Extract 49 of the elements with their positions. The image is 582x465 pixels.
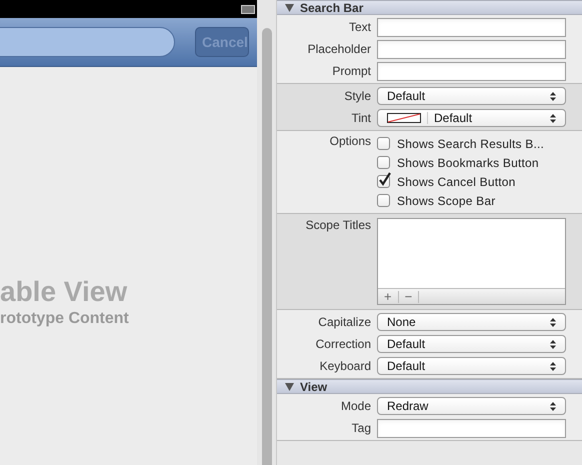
field-label: Tag <box>350 421 372 435</box>
field-label: Text <box>348 20 372 34</box>
section-header[interactable]: View <box>277 379 582 394</box>
field-label: Mode <box>340 399 372 413</box>
disclosure-triangle-icon <box>285 382 294 390</box>
text-field[interactable] <box>377 18 566 36</box>
popup-button[interactable]: Default <box>377 357 566 375</box>
popup-button[interactable]: Redraw <box>377 397 566 415</box>
add-button[interactable]: + <box>378 290 399 302</box>
color-swatch-icon <box>387 113 421 123</box>
scrollbar[interactable] <box>262 28 272 465</box>
checkbox[interactable] <box>377 194 390 207</box>
tint-popup-button[interactable]: Default <box>377 109 566 127</box>
checkbox-label: Shows Search Results B... <box>397 136 544 150</box>
field-label: Scope Titles <box>304 218 372 232</box>
field-label: Keyboard <box>318 359 372 373</box>
updown-arrows-icon <box>550 318 556 326</box>
field-label: Style <box>343 89 372 103</box>
popup-button[interactable]: Default <box>377 335 566 353</box>
text-field[interactable] <box>377 62 566 80</box>
remove-button[interactable]: − <box>398 290 420 302</box>
section-header[interactable]: Search Bar <box>277 0 582 15</box>
updown-arrows-icon <box>550 114 556 122</box>
popup-button[interactable]: Default <box>377 87 566 105</box>
popup-button[interactable]: None <box>377 313 566 331</box>
field-label: Tint <box>350 111 372 125</box>
checkbox[interactable] <box>377 156 390 169</box>
updown-arrows-icon <box>550 92 556 100</box>
updown-arrows-icon <box>550 362 556 370</box>
field-label: Options <box>328 134 372 148</box>
battery-icon <box>241 4 255 14</box>
updown-arrows-icon <box>550 402 556 410</box>
field-label: Prompt <box>331 64 372 78</box>
text-field[interactable] <box>377 40 566 58</box>
field-label: Capitalize <box>317 315 372 329</box>
checkbox-label: Shows Scope Bar <box>397 194 496 208</box>
disclosure-triangle-icon <box>285 4 294 12</box>
table-view-title: able View <box>0 275 128 309</box>
checkbox-label: Shows Bookmarks Button <box>397 156 539 170</box>
updown-arrows-icon <box>550 340 556 348</box>
table-view-subtitle: rototype Content <box>0 309 130 329</box>
scope-titles-list[interactable]: + − <box>377 218 566 305</box>
checkbox[interactable] <box>377 137 390 150</box>
search-field[interactable] <box>0 27 175 57</box>
text-field[interactable] <box>377 418 566 438</box>
checkbox-label: Shows Cancel Button <box>397 174 516 188</box>
checkbox[interactable] <box>377 175 390 188</box>
field-label: Placeholder <box>306 42 372 56</box>
field-label: Correction <box>314 337 372 351</box>
